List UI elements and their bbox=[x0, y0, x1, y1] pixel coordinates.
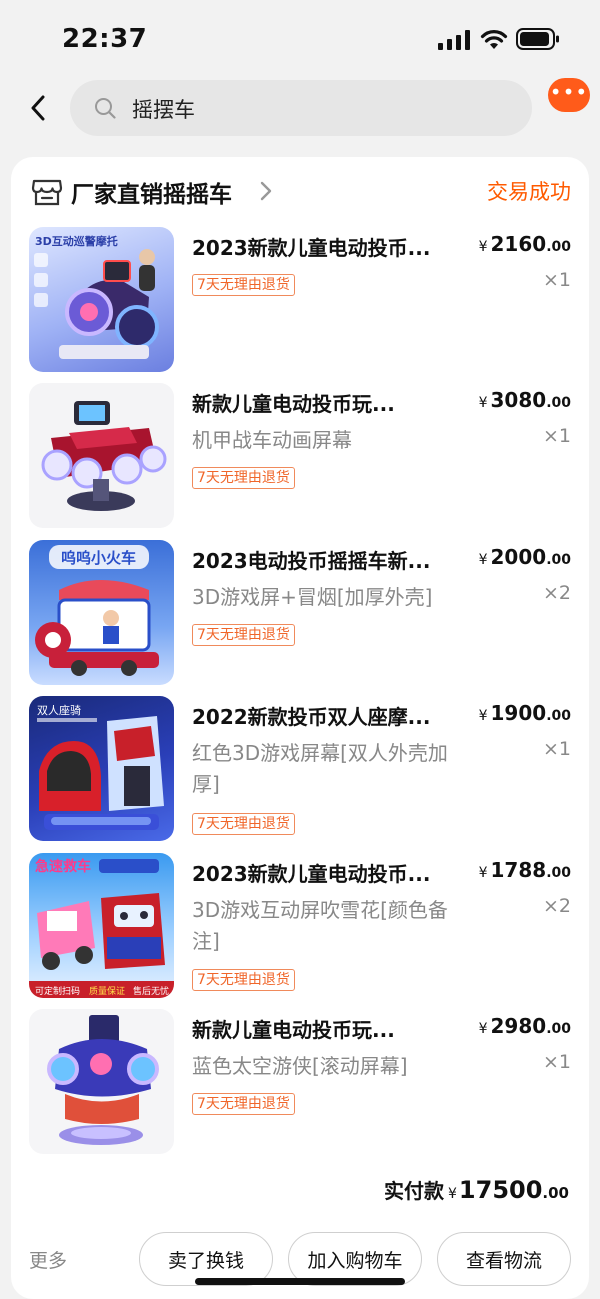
currency-symbol: ¥ bbox=[478, 708, 488, 724]
svg-text:售后无忧: 售后无忧 bbox=[133, 985, 169, 997]
signal-icon bbox=[438, 30, 470, 50]
currency-symbol: ¥ bbox=[478, 552, 488, 568]
product-price: ¥2000.00 bbox=[479, 545, 571, 569]
product-price: ¥1900.00 bbox=[479, 701, 571, 725]
order-total: 实付款 ¥17500.00 bbox=[384, 1175, 569, 1204]
order-status: 交易成功 bbox=[487, 180, 571, 204]
total-value: 17500 bbox=[458, 1176, 543, 1204]
back-button[interactable] bbox=[22, 90, 54, 126]
back-arrow-icon bbox=[31, 95, 45, 121]
price-integer: 2160 bbox=[490, 232, 547, 256]
chevron-right-icon bbox=[260, 181, 272, 201]
return-policy-badge: 7天无理由退货 bbox=[192, 1093, 295, 1115]
status-time: 22:37 bbox=[62, 24, 148, 54]
price-decimal: .00 bbox=[546, 239, 571, 255]
order-item[interactable]: 新款儿童电动投币玩... ¥3080.00 机甲战车动画屏幕 ×1 7天无理由退… bbox=[29, 383, 571, 529]
return-policy-badge: 7天无理由退货 bbox=[192, 969, 295, 991]
price-integer: 2980 bbox=[490, 1014, 547, 1038]
product-quantity: ×1 bbox=[542, 425, 571, 447]
price-integer: 2000 bbox=[490, 545, 547, 569]
space-ranger-image bbox=[47, 1015, 159, 1145]
product-price: ¥2980.00 bbox=[479, 1014, 571, 1038]
price-decimal: .00 bbox=[546, 865, 571, 881]
wifi-icon bbox=[480, 30, 508, 49]
product-price: ¥3080.00 bbox=[479, 388, 571, 412]
search-icon bbox=[95, 98, 116, 119]
price-integer: 1900 bbox=[490, 701, 547, 725]
price-decimal: .00 bbox=[546, 708, 571, 724]
product-thumbnail[interactable]: 急速救车 可定制扫码 质量保证 售后无忧 bbox=[29, 853, 174, 998]
product-variant: 机甲战车动画屏幕 bbox=[192, 428, 352, 452]
product-variant: 红色3D游戏屏幕[双人外壳加厚] bbox=[192, 741, 448, 796]
currency-symbol: ¥ bbox=[478, 1021, 488, 1037]
total-label: 实付款 bbox=[384, 1179, 444, 1203]
product-title[interactable]: 2023电动投币摇摇车新... bbox=[192, 545, 460, 574]
product-quantity: ×2 bbox=[542, 582, 571, 604]
more-menu-button[interactable]: ••• bbox=[548, 78, 590, 112]
product-quantity: ×1 bbox=[542, 1051, 571, 1073]
product-title[interactable]: 2023新款儿童电动投币... bbox=[192, 232, 460, 261]
product-thumbnail[interactable]: 呜呜小火车 bbox=[29, 540, 174, 685]
price-integer: 1788 bbox=[490, 858, 547, 882]
more-actions-link[interactable]: 更多 bbox=[29, 1246, 67, 1273]
order-item[interactable]: 新款儿童电动投币玩... ¥2980.00 蓝色太空游侠[滚动屏幕] ×1 7天… bbox=[29, 1009, 571, 1155]
search-text: 摇摆车 bbox=[132, 98, 195, 122]
product-quantity: ×1 bbox=[542, 738, 571, 760]
product-variant: 蓝色太空游侠[滚动屏幕] bbox=[192, 1054, 408, 1078]
motorcycle-image: 3D互动巡警摩托 bbox=[34, 234, 159, 359]
product-quantity: ×1 bbox=[542, 269, 571, 291]
view-logistics-button[interactable]: 查看物流 bbox=[437, 1232, 571, 1286]
product-thumbnail[interactable] bbox=[29, 383, 174, 528]
shop-row[interactable]: 厂家直销摇摇车 交易成功 bbox=[31, 175, 571, 211]
status-bar: 22:37 bbox=[0, 0, 600, 78]
product-price: ¥1788.00 bbox=[479, 858, 571, 882]
currency-symbol: ¥ bbox=[448, 1186, 457, 1202]
return-policy-badge: 7天无理由退货 bbox=[192, 467, 295, 489]
price-integer: 3080 bbox=[490, 388, 547, 412]
order-item[interactable]: 3D互动巡警摩托 2023新款儿童电动投币... ¥2160.00 ×1 7天无… bbox=[29, 227, 571, 373]
product-title[interactable]: 新款儿童电动投币玩... bbox=[192, 388, 460, 417]
double-seat-image: 双人座骑 bbox=[37, 703, 164, 830]
price-decimal: .00 bbox=[546, 552, 571, 568]
search-bar[interactable]: 摇摆车 bbox=[70, 80, 532, 136]
order-item[interactable]: 双人座骑 2022新款投币双人座摩... ¥1900.00 红色3D游戏屏幕[双… bbox=[29, 696, 571, 842]
shop-icon bbox=[31, 179, 63, 206]
mech-tank-image bbox=[41, 401, 167, 511]
order-card: 厂家直销摇摇车 交易成功 3D互动巡警摩托 2023新款儿童电动投币... ¥ … bbox=[11, 157, 589, 1299]
product-thumbnail[interactable] bbox=[29, 1009, 174, 1154]
currency-symbol: ¥ bbox=[478, 395, 488, 411]
home-indicator[interactable] bbox=[195, 1278, 405, 1285]
currency-symbol: ¥ bbox=[478, 239, 488, 255]
svg-text:可定制扫码: 可定制扫码 bbox=[35, 985, 80, 997]
total-decimal: .00 bbox=[542, 1184, 569, 1202]
product-title[interactable]: 2022新款投币双人座摩... bbox=[192, 701, 460, 730]
header: 摇摆车 ••• bbox=[0, 78, 600, 138]
product-thumbnail[interactable]: 双人座骑 bbox=[29, 696, 174, 841]
battery-icon bbox=[516, 28, 559, 50]
product-quantity: ×2 bbox=[542, 895, 571, 917]
product-variant: 3D游戏互动屏吹雪花[颜色备注] bbox=[192, 898, 448, 953]
product-title[interactable]: 新款儿童电动投币玩... bbox=[192, 1014, 460, 1043]
svg-text:质量保证: 质量保证 bbox=[89, 985, 125, 997]
shop-name: 厂家直销摇摇车 bbox=[71, 182, 232, 208]
thumb-label: 急速救车 bbox=[35, 858, 91, 875]
order-item[interactable]: 呜呜小火车 2023电动投币摇摇车新... ¥2000.00 3D游戏屏+冒烟[… bbox=[29, 540, 571, 686]
thumb-label: 呜呜小火车 bbox=[61, 549, 136, 567]
order-item[interactable]: 急速救车 可定制扫码 质量保证 售后无忧 2023新款儿童电动投币... ¥17… bbox=[29, 853, 571, 999]
return-policy-badge: 7天无理由退货 bbox=[192, 813, 295, 835]
product-variant: 3D游戏屏+冒烟[加厚外壳] bbox=[192, 585, 433, 609]
thumb-label: 双人座骑 bbox=[37, 703, 81, 717]
currency-symbol: ¥ bbox=[478, 865, 488, 881]
train-image: 呜呜小火车 bbox=[35, 545, 159, 676]
product-thumbnail[interactable]: 3D互动巡警摩托 bbox=[29, 227, 174, 372]
return-policy-badge: 7天无理由退货 bbox=[192, 274, 295, 296]
rescue-car-image: 急速救车 可定制扫码 质量保证 售后无忧 bbox=[29, 858, 174, 998]
price-decimal: .00 bbox=[546, 1021, 571, 1037]
more-dots-icon: ••• bbox=[549, 80, 589, 104]
return-policy-badge: 7天无理由退货 bbox=[192, 624, 295, 646]
product-title[interactable]: 2023新款儿童电动投币... bbox=[192, 858, 460, 887]
thumb-label: 3D互动巡警摩托 bbox=[35, 234, 118, 248]
price-decimal: .00 bbox=[546, 395, 571, 411]
product-price: ¥2160.00 bbox=[479, 232, 571, 256]
